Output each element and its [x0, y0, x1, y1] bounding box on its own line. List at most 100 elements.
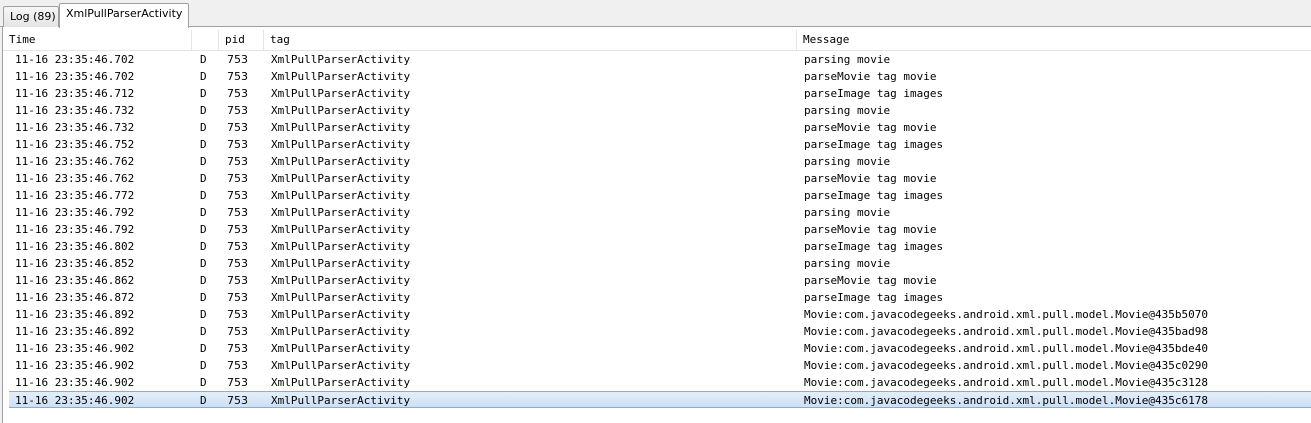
cell-level: D — [200, 70, 207, 83]
cell-time: 11-16 23:35:46.872 — [15, 291, 135, 304]
cell-tag: XmlPullParserActivity — [271, 121, 411, 134]
cell-time: 11-16 23:35:46.892 — [15, 325, 135, 338]
column-header-level[interactable] — [192, 30, 219, 50]
cell-tag: XmlPullParserActivity — [271, 53, 411, 66]
cell-level: D — [200, 240, 207, 253]
cell-message: parsing movie — [804, 206, 891, 219]
cell-time: 11-16 23:35:46.752 — [15, 138, 135, 151]
cell-pid: 753 — [227, 359, 248, 372]
cell-pid: 753 — [227, 53, 248, 66]
cell-time: 11-16 23:35:46.902 — [15, 394, 135, 407]
table-row[interactable]: 11-16 23:35:46.902 D 753 XmlPullParserActiv… — [3, 374, 1311, 391]
column-header-time[interactable]: Time — [3, 30, 192, 50]
cell-pid: 753 — [227, 121, 248, 134]
cell-pid: 753 — [227, 394, 248, 407]
table-row[interactable]: 11-16 23:35:46.802 D 753 XmlPullParserActiv… — [3, 238, 1311, 255]
table-row[interactable]: 11-16 23:35:46.892 D 753 XmlPullParserActiv… — [3, 306, 1311, 323]
column-header-message[interactable]: Message — [797, 30, 1311, 50]
table-row[interactable]: 11-16 23:35:46.712 D 753 XmlPullParserActiv… — [3, 85, 1311, 102]
cell-pid: 753 — [227, 104, 248, 117]
cell-message: Movie:com.javacodegeeks.android.xml.pull… — [804, 342, 1208, 355]
cell-pid: 753 — [227, 257, 248, 270]
cell-level: D — [200, 121, 207, 134]
cell-level: D — [200, 87, 207, 100]
cell-pid: 753 — [227, 189, 248, 202]
table-row[interactable]: 11-16 23:35:46.752 D 753 XmlPullParserActiv… — [3, 136, 1311, 153]
cell-level: D — [200, 376, 207, 389]
table-row[interactable]: 11-16 23:35:46.792 D 753 XmlPullParserActiv… — [3, 204, 1311, 221]
cell-level: D — [200, 172, 207, 185]
table-row[interactable]: 11-16 23:35:46.902 D 753 XmlPullParserActiv… — [9, 391, 1311, 408]
cell-time: 11-16 23:35:46.902 — [15, 342, 135, 355]
cell-tag: XmlPullParserActivity — [271, 155, 411, 168]
cell-time: 11-16 23:35:46.732 — [15, 104, 135, 117]
cell-level: D — [200, 308, 207, 321]
cell-time: 11-16 23:35:46.762 — [15, 155, 135, 168]
table-row[interactable]: 11-16 23:35:46.892 D 753 XmlPullParserActiv… — [3, 323, 1311, 340]
cell-tag: XmlPullParserActivity — [271, 376, 411, 389]
table-row[interactable]: 11-16 23:35:46.872 D 753 XmlPullParserActiv… — [3, 289, 1311, 306]
cell-message: parseImage tag images — [804, 87, 944, 100]
table-row[interactable]: 11-16 23:35:46.852 D 753 XmlPullParserActiv… — [3, 255, 1311, 272]
cell-tag: XmlPullParserActivity — [271, 240, 411, 253]
cell-tag: XmlPullParserActivity — [271, 342, 411, 355]
cell-level: D — [200, 359, 207, 372]
cell-message: Movie:com.javacodegeeks.android.xml.pull… — [804, 376, 1208, 389]
cell-time: 11-16 23:35:46.702 — [15, 70, 135, 83]
cell-level: D — [200, 138, 207, 151]
cell-level: D — [200, 394, 207, 407]
cell-tag: XmlPullParserActivity — [271, 394, 411, 407]
tab-xmlpullparseractivity[interactable]: XmlPullParserActivity — [59, 3, 189, 28]
cell-pid: 753 — [227, 87, 248, 100]
cell-tag: XmlPullParserActivity — [271, 70, 411, 83]
table-row[interactable]: 11-16 23:35:46.702 D 753 XmlPullParserActiv… — [3, 51, 1311, 68]
cell-tag: XmlPullParserActivity — [271, 87, 411, 100]
table-row[interactable]: 11-16 23:35:46.702 D 753 XmlPullParserActiv… — [3, 68, 1311, 85]
cell-message: parsing movie — [804, 104, 891, 117]
table-row[interactable]: 11-16 23:35:46.762 D 753 XmlPullParserActiv… — [3, 170, 1311, 187]
cell-time: 11-16 23:35:46.762 — [15, 172, 135, 185]
cell-time: 11-16 23:35:46.792 — [15, 206, 135, 219]
cell-tag: XmlPullParserActivity — [271, 274, 411, 287]
cell-time: 11-16 23:35:46.772 — [15, 189, 135, 202]
cell-time: 11-16 23:35:46.732 — [15, 121, 135, 134]
cell-pid: 753 — [227, 308, 248, 321]
cell-message: parsing movie — [804, 257, 891, 270]
cell-pid: 753 — [227, 138, 248, 151]
cell-pid: 753 — [227, 342, 248, 355]
cell-pid: 753 — [227, 325, 248, 338]
table-row[interactable]: 11-16 23:35:46.902 D 753 XmlPullParserActiv… — [3, 357, 1311, 374]
table-row[interactable]: 11-16 23:35:46.792 D 753 XmlPullParserActiv… — [3, 221, 1311, 238]
cell-pid: 753 — [227, 206, 248, 219]
cell-pid: 753 — [227, 274, 248, 287]
cell-message: parseImage tag images — [804, 240, 944, 253]
column-header-tag[interactable]: tag — [264, 30, 797, 50]
cell-tag: XmlPullParserActivity — [271, 308, 411, 321]
cell-level: D — [200, 342, 207, 355]
table-row[interactable]: 11-16 23:35:46.862 D 753 XmlPullParserActiv… — [3, 272, 1311, 289]
cell-message: Movie:com.javacodegeeks.android.xml.pull… — [804, 359, 1208, 372]
cell-tag: XmlPullParserActivity — [271, 257, 411, 270]
column-header-pid[interactable]: pid — [219, 30, 264, 50]
table-row[interactable]: 11-16 23:35:46.902 D 753 XmlPullParserActiv… — [3, 340, 1311, 357]
cell-pid: 753 — [227, 155, 248, 168]
cell-time: 11-16 23:35:46.892 — [15, 308, 135, 321]
cell-time: 11-16 23:35:46.712 — [15, 87, 135, 100]
table-row[interactable]: 11-16 23:35:46.762 D 753 XmlPullParserActiv… — [3, 153, 1311, 170]
table-row[interactable]: 11-16 23:35:46.732 D 753 XmlPullParserActiv… — [3, 119, 1311, 136]
cell-level: D — [200, 206, 207, 219]
cell-message: parseMovie tag movie — [804, 223, 937, 236]
cell-pid: 753 — [227, 172, 248, 185]
cell-time: 11-16 23:35:46.902 — [15, 359, 135, 372]
cell-message: Movie:com.javacodegeeks.android.xml.pull… — [804, 308, 1208, 321]
cell-level: D — [200, 274, 207, 287]
log-table[interactable]: Time pid tag Message 11-16 23:35:46.702 D… — [2, 27, 1311, 423]
table-row[interactable]: 11-16 23:35:46.772 D 753 XmlPullParserActiv… — [3, 187, 1311, 204]
cell-tag: XmlPullParserActivity — [271, 189, 411, 202]
cell-level: D — [200, 155, 207, 168]
cell-tag: XmlPullParserActivity — [271, 223, 411, 236]
cell-tag: XmlPullParserActivity — [271, 359, 411, 372]
cell-tag: XmlPullParserActivity — [271, 206, 411, 219]
tab-log[interactable]: Log (89) — [3, 6, 59, 27]
table-row[interactable]: 11-16 23:35:46.732 D 753 XmlPullParserActiv… — [3, 102, 1311, 119]
